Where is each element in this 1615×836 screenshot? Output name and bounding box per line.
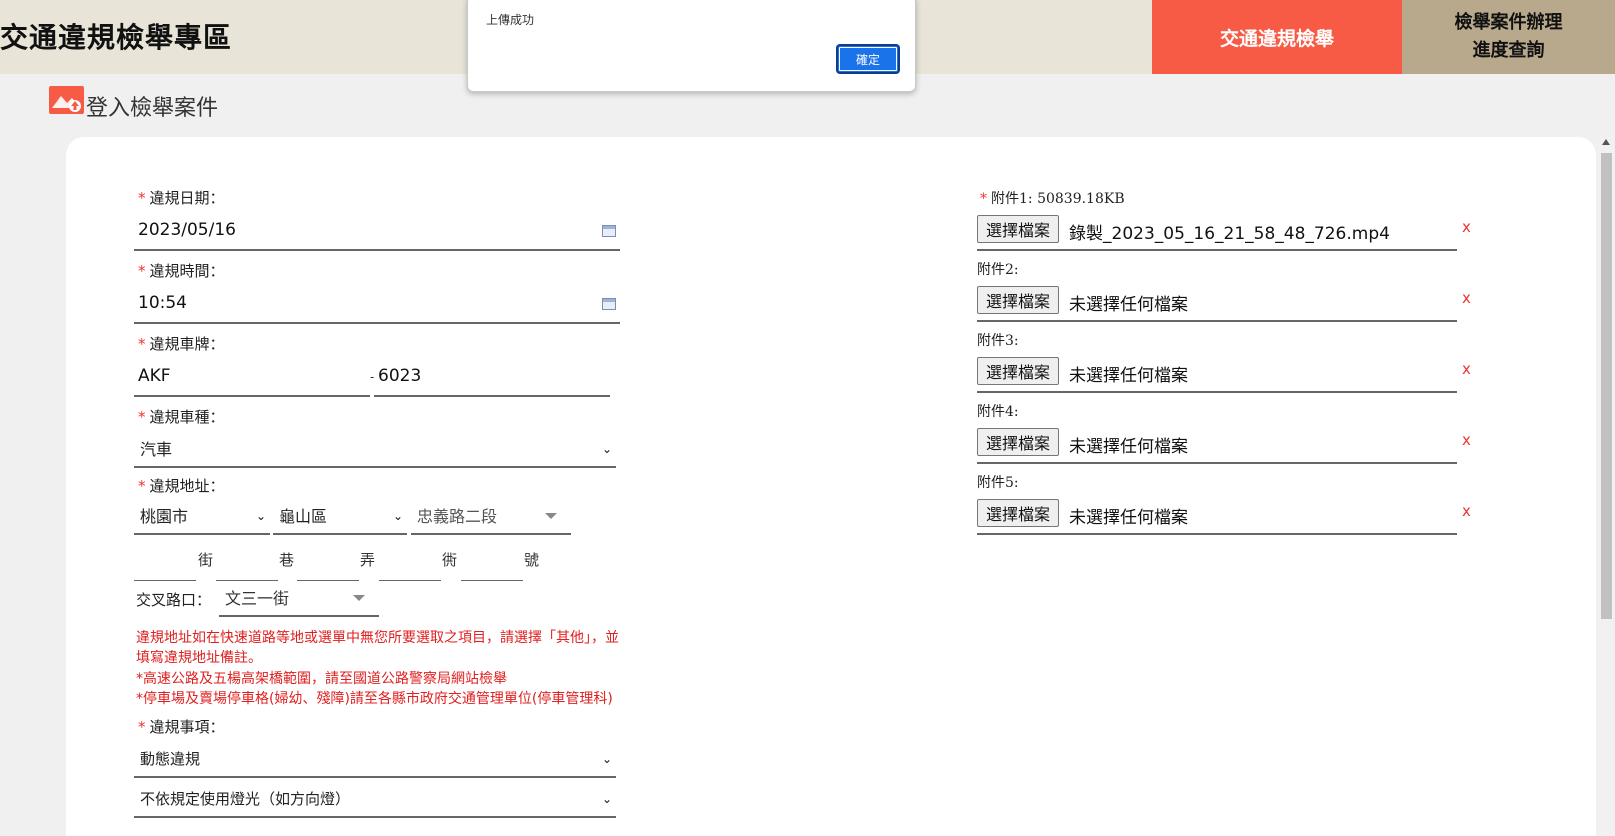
- road-select[interactable]: 忠義路二段: [411, 497, 571, 535]
- time-input[interactable]: 10:54: [134, 284, 620, 324]
- scroll-up-arrow-icon[interactable]: [1602, 139, 1610, 145]
- parking-notice: *停車場及賣場停車格(婦幼、殘障)請至各縣市政府交通管理單位(停車管理科): [136, 691, 613, 707]
- attachment-4-filename: 未選擇任何檔案: [1069, 437, 1188, 457]
- intersection-select[interactable]: 文三一街: [219, 579, 379, 617]
- attachment-1-choose-button[interactable]: 選擇檔案: [977, 215, 1060, 243]
- attachment-5-row: 選擇檔案 未選擇任何檔案: [977, 495, 1457, 535]
- dropdown-triangle-icon: [353, 595, 365, 601]
- city-select[interactable]: 桃園市 ⌄: [134, 497, 270, 535]
- page-scrollbar[interactable]: [1598, 137, 1615, 836]
- attachment-3-remove-icon[interactable]: x: [1462, 360, 1471, 378]
- lane-unit: 巷: [279, 551, 295, 569]
- number-unit: 號: [524, 551, 540, 569]
- attachment-2-row: 選擇檔案 未選擇任何檔案: [977, 282, 1457, 322]
- attachment-1-filename: 錄製_2023_05_16_21_58_48_726.mp4: [1069, 224, 1390, 244]
- alert-dialog: 上傳成功 確定: [467, 0, 916, 92]
- nav-progress-button[interactable]: 檢舉案件辦理 進度查詢: [1402, 0, 1615, 74]
- dialog-message: 上傳成功: [486, 13, 535, 27]
- calendar-icon[interactable]: [602, 225, 616, 237]
- attachment-4-label: 附件4:: [977, 404, 1019, 420]
- upload-image-icon: [49, 86, 84, 114]
- attachment-3-row: 選擇檔案 未選擇任何檔案: [977, 353, 1457, 393]
- attachment-1-remove-icon[interactable]: x: [1462, 218, 1471, 236]
- date-label: * 違規日期：: [138, 189, 225, 207]
- attachment-2-filename: 未選擇任何檔案: [1069, 295, 1188, 315]
- violation-label: * 違規事項：: [138, 718, 225, 736]
- street-unit: 街: [198, 551, 214, 569]
- date-input[interactable]: 2023/05/16: [134, 211, 620, 251]
- chevron-down-icon: ⌄: [255, 509, 266, 523]
- chevron-down-icon: ⌄: [601, 752, 612, 766]
- address-label: * 違規地址：: [138, 477, 225, 495]
- highway-notice: *高速公路及五楊高架橋範圍，請至國道公路警察局網站檢舉: [136, 671, 507, 687]
- scrollbar-thumb[interactable]: [1601, 153, 1612, 619]
- attachment-2-label: 附件2:: [977, 262, 1019, 278]
- dropdown-triangle-icon: [545, 513, 557, 519]
- intersection-label: 交叉路口：: [136, 591, 212, 609]
- address-notice-line2: 填寫違規地址備註。: [136, 650, 262, 666]
- address-notice-line1: 違規地址如在快速道路等地或選單中無您所要選取之項目，請選擇「其他」，並: [136, 630, 619, 646]
- chevron-down-icon: ⌄: [601, 792, 612, 806]
- site-title: 交通違規檢舉專區: [0, 21, 233, 54]
- attachment-3-filename: 未選擇任何檔案: [1069, 366, 1188, 386]
- nav-progress-label-line2: 進度查詢: [1472, 40, 1545, 61]
- alley-input[interactable]: [297, 551, 359, 581]
- street-input[interactable]: [134, 551, 196, 581]
- attachment-5-choose-button[interactable]: 選擇檔案: [977, 499, 1060, 527]
- section-title: 登入檢舉案件: [86, 96, 219, 121]
- violation-item-select[interactable]: 不依規定使用燈光（如方向燈） ⌄: [134, 780, 616, 818]
- lane-input[interactable]: [216, 551, 278, 581]
- attachment-4-remove-icon[interactable]: x: [1462, 431, 1471, 449]
- plate-label: * 違規車牌：: [138, 335, 225, 353]
- time-label: * 違規時間：: [138, 262, 225, 280]
- vehicle-type-label: * 違規車種：: [138, 408, 225, 426]
- sub-alley-unit: 衖: [442, 551, 458, 569]
- attachment-4-row: 選擇檔案 未選擇任何檔案: [977, 424, 1457, 464]
- clock-picker-icon[interactable]: [602, 298, 616, 310]
- attachment-5-filename: 未選擇任何檔案: [1069, 508, 1188, 528]
- dialog-ok-button[interactable]: 確定: [836, 44, 900, 74]
- chevron-down-icon: ⌄: [601, 442, 612, 456]
- plate-prefix-input[interactable]: AKF: [134, 357, 370, 397]
- attachment-4-choose-button[interactable]: 選擇檔案: [977, 428, 1060, 456]
- chevron-down-icon: ⌄: [392, 509, 403, 523]
- plate-number-input[interactable]: 6023: [374, 357, 610, 397]
- attachment-5-label: 附件5:: [977, 475, 1019, 491]
- attachment-5-remove-icon[interactable]: x: [1462, 502, 1471, 520]
- attachment-2-remove-icon[interactable]: x: [1462, 289, 1471, 307]
- district-select[interactable]: 龜山區 ⌄: [273, 497, 407, 535]
- attachment-3-choose-button[interactable]: 選擇檔案: [977, 357, 1060, 385]
- attachment-1-label: * 附件1: 50839.18KB: [980, 191, 1125, 207]
- attachment-3-label: 附件3:: [977, 333, 1019, 349]
- nav-progress-label-line1: 檢舉案件辦理: [1454, 12, 1563, 33]
- attachment-1-row: 選擇檔案 錄製_2023_05_16_21_58_48_726.mp4: [977, 211, 1457, 251]
- number-input[interactable]: [461, 551, 523, 581]
- alley-unit: 弄: [360, 551, 376, 569]
- attachment-2-choose-button[interactable]: 選擇檔案: [977, 286, 1060, 314]
- violation-category-select[interactable]: 動態違規 ⌄: [134, 740, 616, 778]
- nav-report-button[interactable]: 交通違規檢舉: [1152, 0, 1402, 74]
- vehicle-type-select[interactable]: 汽車 ⌄: [134, 430, 616, 468]
- sub-alley-input[interactable]: [379, 551, 441, 581]
